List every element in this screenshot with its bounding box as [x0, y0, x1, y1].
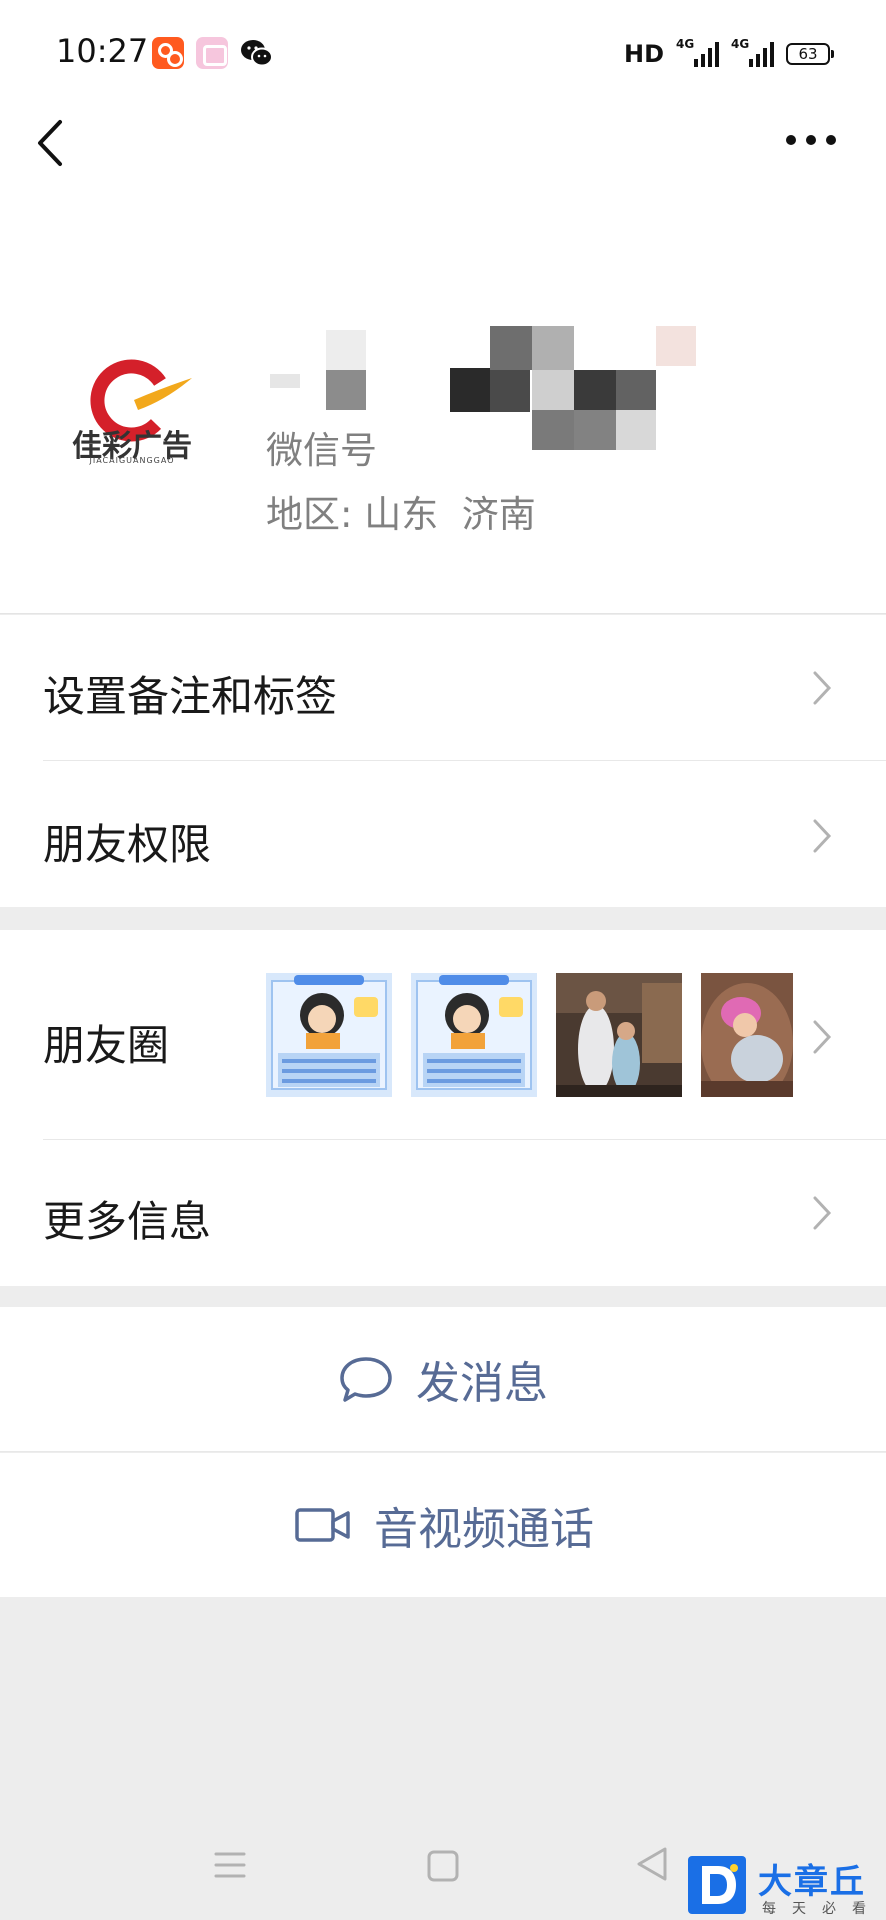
- nav-bar: [0, 100, 886, 210]
- signal-icon: 4G: [731, 37, 774, 67]
- video-call-label: 音视频通话: [374, 1504, 594, 1555]
- watermark: 大章丘 每天必看: [686, 1854, 886, 1920]
- more-info-label: 更多信息: [43, 1197, 212, 1246]
- chevron-right-icon: [813, 671, 832, 705]
- avatar[interactable]: 佳彩广告: [62, 330, 202, 470]
- moments-thumbnail[interactable]: [556, 973, 682, 1097]
- status-time: 10:27: [56, 32, 149, 70]
- ellipsis-icon: [786, 135, 836, 145]
- back-triangle-icon[interactable]: [634, 1845, 670, 1883]
- watermark-subtitle: 每天必看: [762, 1901, 882, 1917]
- battery-icon: 63: [786, 43, 834, 65]
- moments-thumbnail[interactable]: [411, 973, 537, 1097]
- friend-permission-row[interactable]: 朋友权限: [0, 761, 886, 907]
- region-label: 地区:: [266, 493, 353, 536]
- watermark-logo: [688, 1856, 746, 1914]
- chevron-right-icon: [813, 819, 832, 853]
- more-button[interactable]: [776, 120, 846, 160]
- back-button[interactable]: [26, 108, 76, 178]
- status-indicators: HD 4G 4G 63: [623, 37, 834, 70]
- video-call-button[interactable]: 音视频通话: [0, 1453, 886, 1597]
- kuaishou-icon: [152, 37, 184, 69]
- wechat-icon: [240, 37, 274, 69]
- signal-icon: 4G: [676, 37, 719, 67]
- moments-thumbnail[interactable]: [266, 973, 392, 1097]
- wechat-id-label: 微信号: [266, 429, 377, 472]
- moments-label: 朋友圈: [43, 1021, 170, 1070]
- remark-tags-row[interactable]: 设置备注和标签: [0, 615, 886, 761]
- send-message-label: 发消息: [416, 1358, 548, 1409]
- region-value: 山东 济南: [364, 493, 536, 536]
- chevron-right-icon: [813, 1196, 832, 1230]
- jiacai-logo: 佳彩广告: [72, 359, 192, 463]
- chevron-right-icon: [813, 1020, 832, 1054]
- hd-indicator: HD: [623, 40, 664, 68]
- signal-type-label: 4G: [676, 37, 695, 51]
- chat-bubble-icon: [340, 1357, 392, 1402]
- video-camera-icon: [295, 1508, 350, 1542]
- more-info-row[interactable]: 更多信息: [0, 1140, 886, 1286]
- signal-type-label: 4G: [731, 37, 750, 51]
- friend-permission-label: 朋友权限: [43, 820, 212, 869]
- moments-thumbnail[interactable]: [701, 973, 793, 1097]
- chevron-left-icon: [38, 120, 62, 166]
- home-icon[interactable]: [426, 1849, 460, 1883]
- watermark-title: 大章丘: [758, 1862, 866, 1902]
- menu-icon[interactable]: [212, 1850, 248, 1880]
- avatar-caption: JIACAIGUANGGAO: [89, 456, 175, 465]
- send-message-button[interactable]: 发消息: [0, 1307, 886, 1452]
- region: 地区: 山东 济南: [266, 484, 536, 538]
- status-bar: 10:27 HD 4G 4G 63: [0, 0, 886, 100]
- remark-tags-label: 设置备注和标签: [43, 672, 338, 721]
- photo-app-icon: [196, 37, 228, 69]
